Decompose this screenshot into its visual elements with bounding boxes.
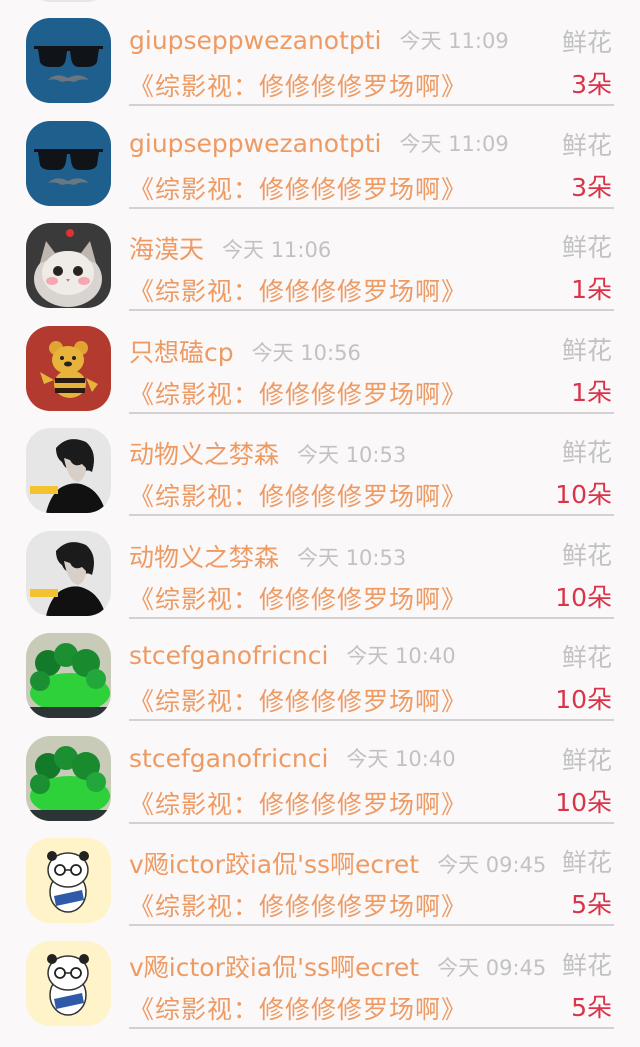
panda-cartoon-icon [26,838,111,923]
sender-name: v飏ictor跤ia侃'ss啊ecret 今天 09:45 [129,952,547,982]
bear-bee-icon [26,325,111,411]
book-title: 《综影视：修修修修罗场啊》 [129,994,468,1024]
send-time: 今天 10:40 [346,644,456,668]
list-item[interactable]: 动物义之棼森 今天 10:53 鲜花 《综影视：修修修修罗场啊》 10朵 [0,407,640,516]
list-item[interactable]: v飏ictor跤ia侃'ss啊ecret 今天 09:45 鲜花 《综影视：修修修… [0,817,640,926]
gift-count: 10朵 [555,480,612,509]
send-time: 今天 11:09 [399,131,509,156]
gift-count: 1朵 [571,275,612,304]
gift-type: 鲜花 [561,233,612,262]
book-title: 《综影视：修修修修罗场啊》 [129,379,468,409]
list-item[interactable]: 只想磕cp 今天 10:56 鲜花 《综影视：修修修修罗场啊》 1朵 [0,305,640,414]
send-time: 今天 11:09 [399,29,509,53]
avatar[interactable] [26,530,111,616]
gift-record-list: giupseppwezanotpti 今天 11:09 鲜花 《综影视：修修修修罗… [0,0,640,1029]
avatar[interactable] [26,735,111,821]
avatar[interactable] [26,223,111,308]
gift-type: 鲜花 [561,540,612,570]
sender-name: v飏ictor跤ia侃'ss啊ecret 今天 09:45 [129,850,547,879]
list-item[interactable]: 动物义之棼森 今天 10:53 鲜花 《综影视：修修修修罗场啊》 10朵 [0,510,640,619]
list-item[interactable]: giupseppwezanotpti 今天 11:09 鲜花 《综影视：修修修修罗… [0,100,640,209]
send-time: 今天 09:45 [437,955,547,980]
send-time: 今天 11:06 [222,238,332,262]
sender-name: 动物义之棼森 今天 10:53 [129,440,407,469]
gift-type: 鲜花 [561,643,612,672]
avatar[interactable] [26,120,111,206]
book-title: 《综影视：修修修修罗场啊》 [129,482,468,511]
send-time: 今天 10:40 [346,746,456,771]
send-time: 今天 10:53 [297,545,407,570]
sender-name: stcefganofricnci 今天 10:40 [129,641,456,670]
gift-type: 鲜花 [561,438,612,467]
portrait-icon [26,530,111,616]
panda-cartoon-icon [26,940,111,1026]
book-title: 《综影视：修修修修罗场啊》 [129,72,468,101]
list-item[interactable]: stcefganofricnci 今天 10:40 鲜花 《综影视：修修修修罗场啊… [0,715,640,824]
sunglasses-mustache-icon [26,18,111,103]
list-item[interactable]: 海漠天 今天 11:06 鲜花 《综影视：修修修修罗场啊》 1朵 [0,202,640,311]
list-item[interactable]: giupseppwezanotpti 今天 11:09 鲜花 《综影视：修修修修罗… [0,0,640,106]
avatar[interactable] [26,633,111,718]
book-title: 《综影视：修修修修罗场啊》 [129,277,468,306]
gift-type: 鲜花 [561,745,612,775]
avatar[interactable] [26,940,111,1026]
row-divider [129,1026,614,1029]
send-time: 今天 10:53 [297,443,407,467]
jade-carving-icon [26,735,111,821]
book-title: 《综影视：修修修修罗场啊》 [129,584,468,614]
gift-count: 5朵 [571,992,612,1022]
sender-name: giupseppwezanotpti 今天 11:09 [129,26,509,55]
avatar[interactable] [26,838,111,923]
gift-type: 鲜花 [561,848,612,877]
sender-name: 动物义之棼森 今天 10:53 [129,542,407,572]
sender-name: 只想磕cp 今天 10:56 [129,337,361,367]
avatar[interactable] [26,325,111,411]
avatar[interactable] [26,428,111,513]
cat-icon [26,223,111,308]
gift-count: 1朵 [571,377,612,407]
sender-name: giupseppwezanotpti 今天 11:09 [129,128,509,158]
book-title: 《综影视：修修修修罗场啊》 [129,174,468,204]
book-title: 《综影视：修修修修罗场啊》 [129,687,468,716]
portrait-icon [26,428,111,513]
gift-type: 鲜花 [561,28,612,57]
sender-name: stcefganofricnci 今天 10:40 [129,743,456,773]
gift-count: 10朵 [555,582,612,612]
list-item[interactable]: stcefganofricnci 今天 10:40 鲜花 《综影视：修修修修罗场啊… [0,612,640,721]
sunglasses-mustache-icon [26,120,111,206]
send-time: 今天 09:45 [437,853,547,877]
list-item[interactable]: v飏ictor跤ia侃'ss啊ecret 今天 09:45 鲜花 《综影视：修修修… [0,920,640,1029]
book-title: 《综影视：修修修修罗场啊》 [129,892,468,921]
sender-name: 海漠天 今天 11:06 [129,235,332,264]
gift-type: 鲜花 [561,950,612,980]
gift-count: 3朵 [571,172,612,202]
gift-count: 3朵 [571,70,612,99]
gift-count: 10朵 [555,787,612,817]
gift-count: 10朵 [555,685,612,714]
jade-carving-icon [26,633,111,718]
send-time: 今天 10:56 [251,340,361,365]
avatar[interactable] [26,18,111,103]
gift-type: 鲜花 [561,130,612,160]
gift-count: 5朵 [571,890,612,919]
gift-type: 鲜花 [561,335,612,365]
book-title: 《综影视：修修修修罗场啊》 [129,789,468,819]
